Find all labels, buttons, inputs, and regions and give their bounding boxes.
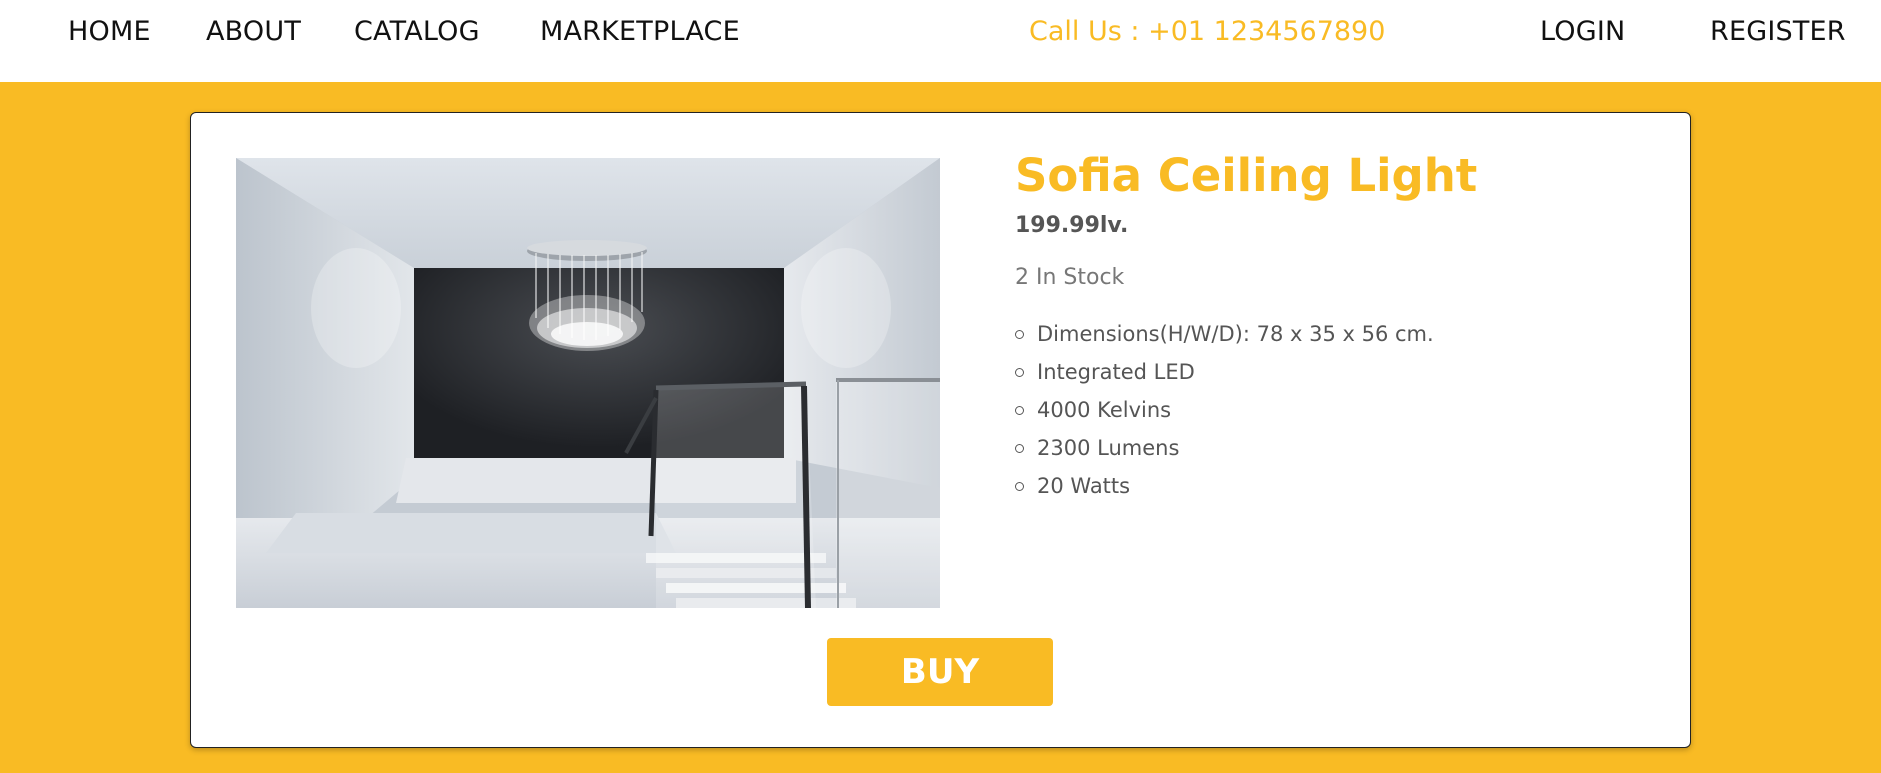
spec-label: Dimensions(H/W/D): 78 x 35 x 56 cm. [1037, 322, 1434, 346]
spec-item-lumens: 2300 Lumens [1015, 429, 1434, 467]
stock-status: 2 In Stock [1015, 265, 1125, 290]
product-price: 199.99lv. [1015, 213, 1129, 238]
nav-about-link[interactable]: ABOUT [206, 16, 301, 47]
circle-bullet-icon [1015, 368, 1024, 377]
circle-bullet-icon [1015, 330, 1024, 339]
circle-bullet-icon [1015, 444, 1024, 453]
product-card: Sofia Ceiling Light 199.99lv. 2 In Stock… [190, 112, 1691, 748]
circle-bullet-icon [1015, 482, 1024, 491]
circle-bullet-icon [1015, 406, 1024, 415]
spec-item-kelvins: 4000 Kelvins [1015, 391, 1434, 429]
nav-login-link[interactable]: LOGIN [1540, 16, 1625, 47]
call-us-phone: Call Us : +01 1234567890 [1029, 16, 1386, 47]
spec-label: 2300 Lumens [1037, 436, 1180, 460]
spec-label: 20 Watts [1037, 474, 1131, 498]
spec-item-led: Integrated LED [1015, 353, 1434, 391]
product-image [236, 158, 940, 608]
nav-marketplace-link[interactable]: MARKETPLACE [540, 16, 740, 47]
spec-label: 4000 Kelvins [1037, 398, 1172, 422]
nav-register-link[interactable]: REGISTER [1710, 16, 1846, 47]
product-title: Sofia Ceiling Light [1015, 149, 1478, 202]
top-navbar: HOME ABOUT CATALOG MARKETPLACE Call Us :… [0, 0, 1881, 82]
nav-catalog-link[interactable]: CATALOG [354, 16, 480, 47]
spec-item-watts: 20 Watts [1015, 467, 1434, 505]
nav-home-link[interactable]: HOME [68, 16, 151, 47]
spec-list: Dimensions(H/W/D): 78 x 35 x 56 cm. Inte… [1015, 315, 1434, 505]
spec-item-dimensions: Dimensions(H/W/D): 78 x 35 x 56 cm. [1015, 315, 1434, 353]
chandelier-photo-icon [236, 158, 940, 608]
spec-label: Integrated LED [1037, 360, 1195, 384]
buy-button[interactable]: BUY [827, 638, 1053, 706]
